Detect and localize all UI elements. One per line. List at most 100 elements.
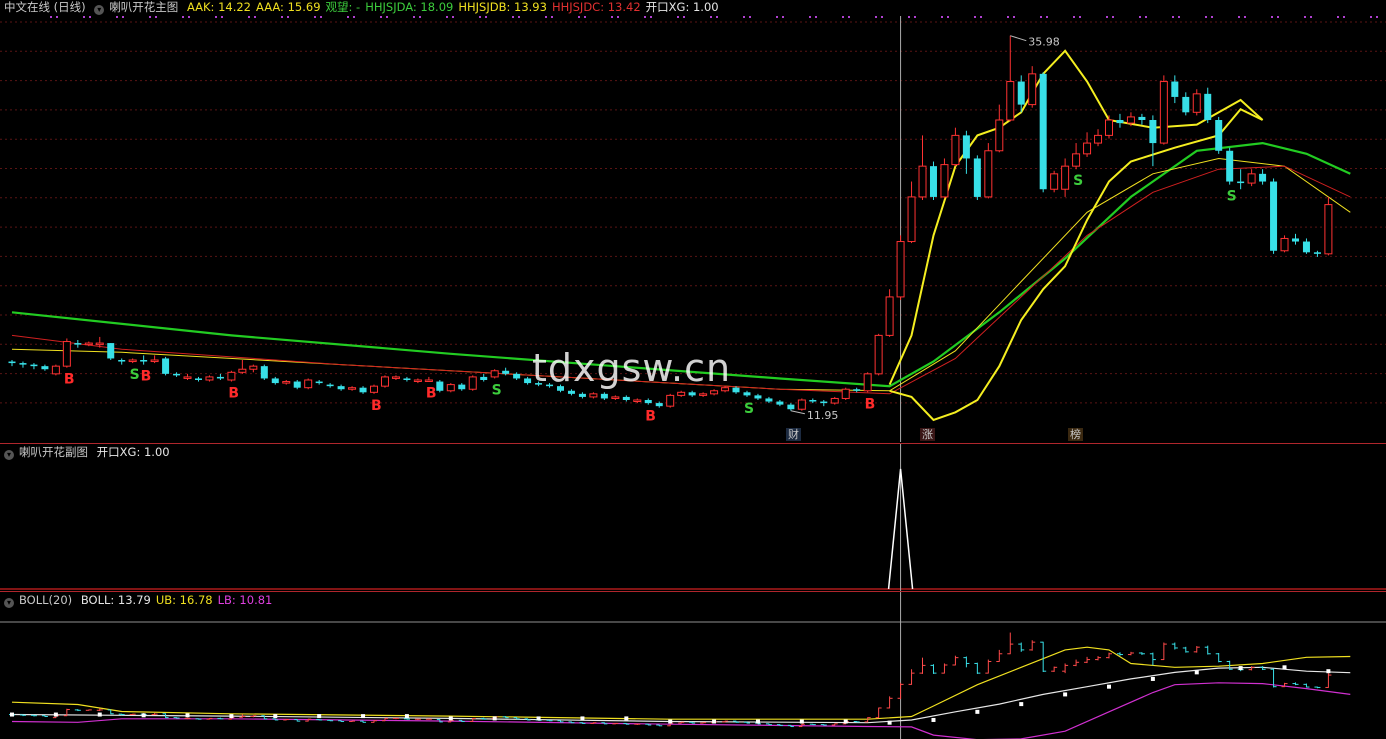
candle-body — [513, 373, 521, 379]
candle-body — [95, 342, 104, 346]
boll-mid-dot — [273, 714, 278, 719]
top-marker-dot — [83, 16, 85, 18]
top-marker-dot — [1013, 16, 1015, 18]
candle-body — [1302, 241, 1310, 253]
boll-panel[interactable]: ▾ BOLL(20) BOLL: 13.79 UB: 16.78 LB: 10.81 — [0, 591, 1386, 739]
signal-S: S — [130, 367, 140, 383]
boll-mid-dot — [843, 719, 848, 724]
top-marker-dot — [281, 16, 283, 18]
top-marker-dot — [89, 16, 91, 18]
top-marker-dot — [419, 16, 421, 18]
signal-S: S — [1227, 189, 1237, 205]
candle-body — [1017, 81, 1025, 105]
candle-body — [8, 361, 16, 364]
candle-body — [194, 378, 202, 380]
top-marker-dot — [1271, 16, 1273, 18]
candle-body — [502, 370, 510, 374]
top-marker-dot — [380, 16, 382, 18]
candle-body — [490, 370, 499, 378]
candle-body — [1138, 116, 1146, 120]
boll-mid-dot — [1194, 670, 1199, 675]
chevron-down-icon[interactable]: ▾ — [4, 598, 14, 608]
boll-mid-dot — [624, 716, 629, 721]
candle-body — [1028, 73, 1037, 106]
signal-S: S — [492, 382, 502, 398]
main-chart-panel[interactable]: B S B B B B S B S B S S 35.98 11.95 中文在线 (日线) ▾ 喇叭开花主图… — [0, 0, 1386, 442]
boll-mid-dot — [141, 713, 146, 718]
event-badge-cai[interactable]: 财 — [786, 428, 801, 441]
candle-body — [787, 404, 795, 410]
candle-body — [424, 379, 433, 382]
candle-body — [19, 363, 27, 365]
top-marker-dot — [221, 16, 223, 18]
event-badge-zhang[interactable]: 涨 — [920, 428, 935, 441]
sub-indicator-name[interactable]: 喇叭开花副图 — [19, 445, 88, 459]
candle-body — [1159, 81, 1168, 144]
sub-chart-svg[interactable] — [0, 444, 1386, 591]
candle-body — [30, 364, 38, 367]
boll-indicator-name[interactable]: BOLL(20) — [19, 593, 72, 607]
candle-body — [403, 378, 411, 380]
top-marker-dot — [1337, 16, 1339, 18]
candle-body — [1182, 96, 1190, 113]
boll-mid-dot — [931, 717, 936, 722]
candle-body — [589, 393, 598, 398]
boll-chart-svg[interactable] — [0, 592, 1386, 739]
top-marker-dot — [710, 16, 712, 18]
boll-mid-dot — [887, 720, 892, 725]
top-marker-dot — [353, 16, 355, 18]
candle-body — [370, 385, 379, 393]
top-marker-dot — [1112, 16, 1114, 18]
candle-body — [1006, 81, 1015, 121]
top-marker-dot — [116, 16, 118, 18]
candle-body — [863, 373, 872, 392]
event-badge-bang[interactable]: 榜 — [1068, 428, 1083, 441]
signal-B: B — [64, 372, 75, 388]
candle-body — [359, 387, 367, 393]
boll-mid-dot — [712, 719, 717, 724]
candle-body — [633, 399, 642, 402]
boll-mid-dot — [10, 712, 14, 717]
top-marker-dot — [1172, 16, 1174, 18]
sub-indicator-panel[interactable]: ▾ 喇叭开花副图 开口XG: 1.00 — [0, 443, 1386, 591]
top-marker-dot — [1277, 16, 1279, 18]
low-pointer — [790, 410, 805, 415]
signal-B: B — [426, 386, 437, 402]
candle-body — [907, 196, 916, 243]
top-marker-dot — [545, 16, 547, 18]
candle-body — [1149, 120, 1157, 144]
high-price-label: 35.98 — [1028, 36, 1060, 49]
top-marker-dot — [776, 16, 778, 18]
top-marker-dot — [749, 16, 751, 18]
boll-mid-dot — [755, 719, 760, 724]
top-marker-dot — [1106, 16, 1108, 18]
top-marker-dot — [842, 16, 844, 18]
candle-body — [1226, 150, 1234, 182]
signal-B: B — [141, 369, 152, 385]
candle-body — [820, 401, 828, 404]
boll-mid-dot — [1238, 666, 1243, 671]
candle-body — [205, 376, 214, 381]
boll-mid-dot — [1150, 676, 1155, 681]
main-header-value-2: 观望: - — [325, 0, 361, 14]
candle-body — [238, 368, 247, 373]
top-marker-dot — [1211, 16, 1213, 18]
candle-body — [446, 384, 455, 392]
candle-body — [271, 378, 279, 384]
boll-mid-dot — [1063, 692, 1068, 697]
candle-body — [41, 366, 49, 370]
top-marker-dot — [188, 16, 190, 18]
top-marker-dot — [617, 16, 619, 18]
candle-body — [150, 359, 159, 363]
chevron-down-icon[interactable]: ▾ — [94, 5, 105, 15]
boll-mid-dot — [53, 712, 58, 717]
chevron-down-icon[interactable]: ▾ — [4, 450, 14, 460]
signal-B: B — [371, 398, 382, 414]
main-indicator-name[interactable]: 喇叭开花主图 — [109, 0, 178, 14]
signal-B: B — [645, 409, 656, 425]
candle-body — [754, 395, 762, 399]
top-marker-dot — [1244, 16, 1246, 18]
candle-body — [1280, 237, 1289, 252]
candle-body — [1291, 238, 1299, 242]
top-marker-dot — [1370, 16, 1372, 18]
